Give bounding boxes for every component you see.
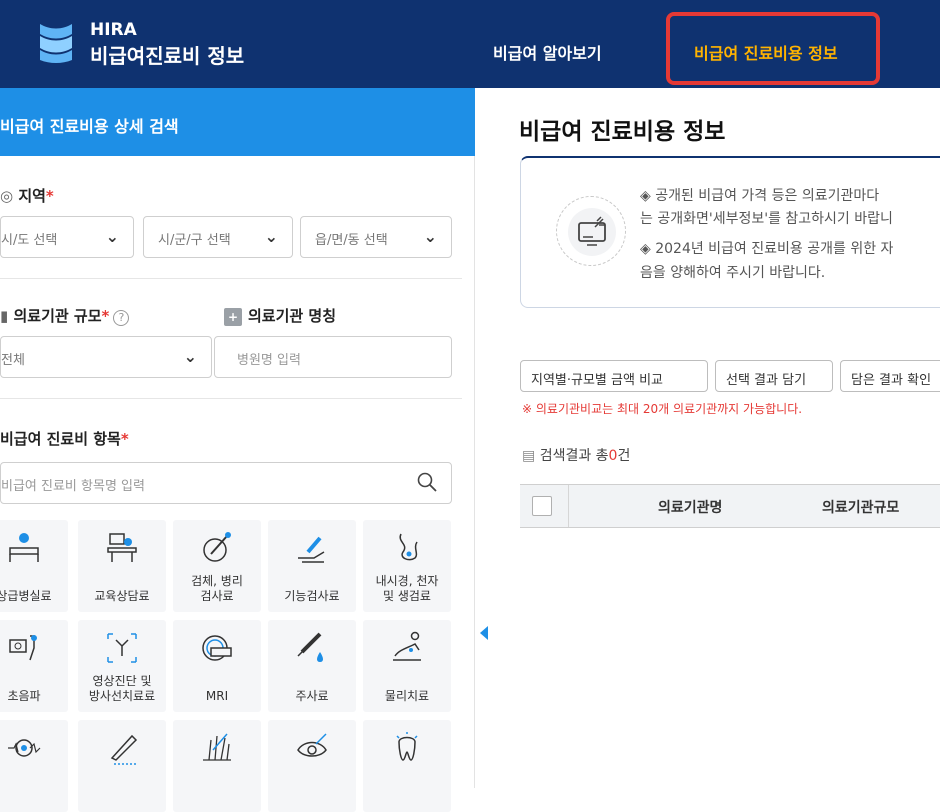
tooth-icon (396, 732, 418, 761)
view-saved-results-button[interactable]: 담은 결과 확인 (840, 360, 940, 392)
function-test-icon (298, 536, 325, 563)
search-panel-title: 비급여 진료비용 상세 검색 (0, 88, 475, 156)
tile-row3-1[interactable] (0, 720, 68, 812)
comparison-note: ※ 의료기관비교는 최대 20개 의료기관까지 가능합니다. (522, 402, 803, 416)
chevron-down-icon: ⌄ (264, 227, 278, 246)
tile-ultrasound[interactable]: 초음파 (0, 620, 68, 712)
select-all-checkbox[interactable] (532, 496, 552, 516)
tile-row3-2[interactable] (78, 720, 166, 812)
result-count: ▤ 검색결과 총0건 (522, 448, 631, 464)
notice-line: 음을 양해하여 주시기 바랍니다. (640, 265, 826, 281)
page-title: 비급여 진료비용 정보 (519, 119, 726, 145)
tile-education-consult[interactable]: 교육상담료 (78, 520, 166, 612)
consult-icon (107, 533, 137, 562)
scale-icon: ▮ (0, 307, 14, 325)
virus-icon (8, 739, 41, 757)
eye-icon (297, 733, 327, 757)
hospital-name-input[interactable]: 병원명 입력 (214, 336, 452, 378)
compare-region-scale-button[interactable]: 지역별·규모별 금액 비교 (520, 360, 708, 392)
test-tube-icon (203, 532, 231, 562)
divider (0, 278, 462, 279)
collapse-panel-arrow-icon[interactable] (480, 626, 488, 640)
region-label: ◎ 지역* (0, 187, 54, 205)
hospital-name-label: + 의료기관 명칭 (224, 305, 336, 326)
mri-icon (202, 635, 232, 661)
hira-logo-icon[interactable] (36, 20, 76, 64)
help-icon[interactable]: ? (113, 310, 130, 326)
hospital-icon: + (224, 308, 242, 326)
tile-imaging-radiation[interactable]: 영상진단 및 방사선치료료 (78, 620, 166, 712)
column-header-hospital-name[interactable]: 의료기관명 (658, 497, 722, 517)
tile-function-test[interactable]: 기능검사료 (268, 520, 356, 612)
notice-line: ◈ 2024년 비급여 진료비용 공개를 위한 자 (640, 241, 894, 257)
hair-icon (203, 733, 231, 761)
chevron-down-icon: ⌄ (423, 227, 437, 246)
items-label: 비급여 진료비 항목* (0, 430, 129, 448)
tile-physical-therapy[interactable]: 물리치료 (363, 620, 451, 712)
logo-subtitle: 비급여진료비 정보 (90, 44, 245, 68)
syringe-icon (297, 632, 323, 662)
endoscope-icon (399, 533, 418, 561)
notice-icon (556, 196, 626, 266)
tile-row3-4[interactable] (268, 720, 356, 812)
column-header-hospital-scale[interactable]: 의료기관규모 (822, 497, 899, 517)
add-selected-results-button[interactable]: 선택 결과 담기 (715, 360, 833, 392)
xray-icon (107, 633, 137, 663)
physio-icon (393, 631, 421, 661)
bed-icon (9, 533, 39, 562)
nav-learn-noncovered[interactable]: 비급여 알아보기 (493, 40, 602, 64)
notice-line: ◈ 공개된 비급여 가격 등은 의료기관마다 (640, 188, 880, 204)
search-icon[interactable] (417, 472, 437, 492)
item-search-input[interactable]: 비급여 진료비 항목명 입력 (0, 462, 452, 504)
chevron-down-icon: ⌄ (105, 227, 119, 246)
location-icon: ◎ (0, 187, 19, 205)
hospital-scale-label: ▮ 의료기관 규모*? (0, 305, 130, 326)
pen-icon (110, 734, 138, 765)
hospital-scale-select[interactable]: 전체 ⌄ (0, 336, 212, 378)
province-select[interactable]: 시/도 선택 ⌄ (0, 216, 134, 258)
chevron-down-icon: ⌄ (183, 347, 197, 366)
column-separator (568, 485, 569, 527)
notice-line: 는 공개화면'세부정보'를 참고하시기 바랍니 (640, 211, 893, 227)
tile-endoscopy[interactable]: 내시경, 천자 및 생검료 (363, 520, 451, 612)
top-header: HIRA 비급여진료비 정보 비급여 알아보기 비급여 진료비용 정보 (0, 0, 940, 88)
ultrasound-icon (9, 635, 37, 661)
town-select[interactable]: 읍/면/동 선택 ⌄ (300, 216, 452, 258)
results-table-header: 의료기관명 의료기관규모 (520, 484, 940, 528)
list-icon: ▤ (522, 448, 540, 464)
tile-row3-5[interactable] (363, 720, 451, 812)
tile-mri[interactable]: MRI (173, 620, 261, 712)
tile-row3-3[interactable] (173, 720, 261, 812)
tile-premium-room[interactable]: 상급병실료 (0, 520, 68, 612)
tile-injection[interactable]: 주사료 (268, 620, 356, 712)
logo-title: HIRA (90, 20, 137, 40)
nav-noncovered-cost-info[interactable]: 비급여 진료비용 정보 (694, 40, 838, 64)
city-select[interactable]: 시/군/구 선택 ⌄ (143, 216, 293, 258)
tile-specimen-pathology[interactable]: 검체, 병리 검사료 (173, 520, 261, 612)
divider (0, 398, 462, 399)
